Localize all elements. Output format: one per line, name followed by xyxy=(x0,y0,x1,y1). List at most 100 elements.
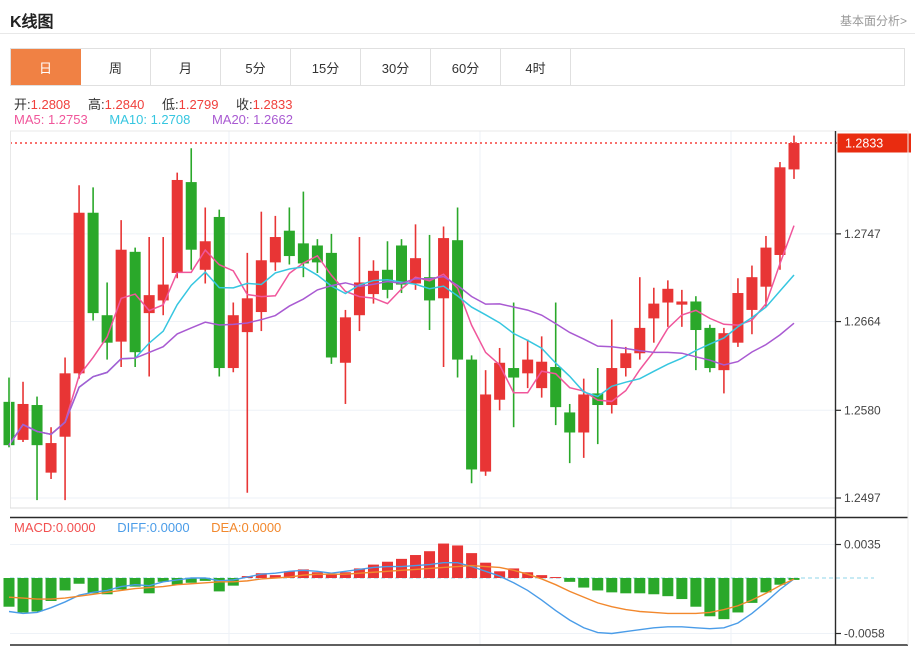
candle-body xyxy=(788,143,800,170)
gridlines xyxy=(10,131,836,645)
candle-body xyxy=(396,245,407,285)
macd-bar xyxy=(17,578,29,613)
price-tick-label: 1.2747 xyxy=(844,227,881,241)
macd-bar xyxy=(662,578,674,597)
fundamental-analysis-link[interactable]: 基本面分析> xyxy=(840,12,907,29)
price-tick-label: 1.2580 xyxy=(844,403,881,417)
tab-5分[interactable]: 5分 xyxy=(221,49,291,85)
candlesticks xyxy=(3,135,800,501)
tab-周[interactable]: 周 xyxy=(81,49,151,85)
macd-bar xyxy=(564,578,576,582)
macd-bar xyxy=(718,578,730,620)
macd-bar xyxy=(3,578,15,607)
tab-月[interactable]: 月 xyxy=(151,49,221,85)
macd-bar xyxy=(760,578,772,593)
price-tick-label: 1.2664 xyxy=(844,315,881,329)
tab-30分[interactable]: 30分 xyxy=(361,49,431,85)
ohlc-readout: 开:1.2808 高:1.2840 低:1.2799 收:1.2833 xyxy=(14,94,306,113)
candle-body xyxy=(31,405,43,446)
macd-bar xyxy=(438,543,450,578)
ma20-readout: MA20: 1.2662 xyxy=(211,112,293,127)
macd-bar xyxy=(704,578,716,617)
candle-body xyxy=(480,394,492,472)
ma5-readout: MA5: 1.2753 xyxy=(14,112,88,127)
open-value: 1.2808 xyxy=(30,97,71,112)
low-value: 1.2799 xyxy=(178,97,219,112)
candle-body xyxy=(227,315,239,369)
tab-日[interactable]: 日 xyxy=(11,49,81,85)
candle-body xyxy=(774,167,786,255)
candle-body xyxy=(746,277,758,310)
candle-body xyxy=(339,317,351,363)
low-label: 低: xyxy=(162,97,179,112)
candle-body xyxy=(59,373,71,437)
candle-body xyxy=(45,443,57,473)
high-label: 高: xyxy=(88,97,105,112)
current-price-label: 1.2833 xyxy=(845,137,883,151)
candle-body xyxy=(255,260,267,313)
close-label: 收: xyxy=(236,97,253,112)
current-price-line: 1.2833 xyxy=(10,133,911,153)
macd-bar xyxy=(690,578,702,607)
macd-bar xyxy=(31,578,43,612)
macd-bar xyxy=(550,577,562,579)
macd-value: MACD:0.0000 xyxy=(14,520,96,535)
tab-15分[interactable]: 15分 xyxy=(291,49,361,85)
macd-bar xyxy=(648,578,660,595)
candle-body xyxy=(578,394,590,433)
macd-bar xyxy=(746,578,758,603)
diff-value: DIFF:0.0000 xyxy=(117,520,190,535)
macd-histogram xyxy=(3,543,800,620)
candle-body xyxy=(508,368,520,378)
candle-body xyxy=(283,230,295,257)
macd-bar xyxy=(592,578,604,591)
candle-body xyxy=(732,293,744,343)
dea-value: DEA:0.0000 xyxy=(211,520,282,535)
close-value: 1.2833 xyxy=(252,97,293,112)
macd-bar xyxy=(396,558,407,578)
macd-bar xyxy=(634,578,646,594)
candle-body xyxy=(115,249,127,342)
candle-body xyxy=(129,251,141,353)
macd-bar xyxy=(578,578,590,588)
macd-bar xyxy=(452,545,464,578)
high-value: 1.2840 xyxy=(104,97,145,112)
macd-readout: MACD:0.0000 DIFF:0.0000 DEA:0.0000 xyxy=(14,520,281,535)
candle-body xyxy=(241,298,253,333)
candle-body xyxy=(213,216,225,369)
tab-bar: 日周月 5分 15分 30分 60分 4时 xyxy=(10,48,905,86)
tab-4时[interactable]: 4时 xyxy=(501,49,571,85)
candle-body xyxy=(676,301,688,305)
candle-body xyxy=(269,237,281,263)
tab-60分[interactable]: 60分 xyxy=(431,49,501,85)
ma10-readout: MA10: 1.2708 xyxy=(109,112,191,127)
header-divider xyxy=(0,33,915,34)
candle-body xyxy=(171,179,183,273)
macd-tick-label: -0.0058 xyxy=(844,627,885,641)
price-tick-label: 1.2497 xyxy=(844,491,881,505)
ma10-line xyxy=(8,266,795,446)
macd-bar xyxy=(381,561,393,578)
macd-bar xyxy=(73,578,85,584)
candle-body xyxy=(17,403,29,440)
candle-body xyxy=(87,212,99,314)
kline-chart: 1.2833 1.2747 1.2664 1.2580 1.2497 0.0035 -0.0… xyxy=(3,130,911,646)
macd-bar xyxy=(676,578,688,600)
candle-body xyxy=(157,284,169,301)
macd-bar xyxy=(59,578,71,591)
macd-bar xyxy=(620,578,632,594)
macd-bar xyxy=(606,578,618,593)
candle-body xyxy=(662,288,674,303)
candle-body xyxy=(536,361,548,389)
macd-tick-label: 0.0035 xyxy=(844,538,881,552)
macd-bar xyxy=(339,572,351,578)
candle-body xyxy=(522,359,534,374)
macd-bar xyxy=(87,578,99,594)
candle-body xyxy=(690,301,702,331)
candle-body xyxy=(494,362,506,400)
candle-body xyxy=(760,247,772,287)
candle-body xyxy=(620,353,632,369)
candle-body xyxy=(466,359,478,470)
candle-body xyxy=(648,303,660,319)
candle-body xyxy=(325,252,337,358)
